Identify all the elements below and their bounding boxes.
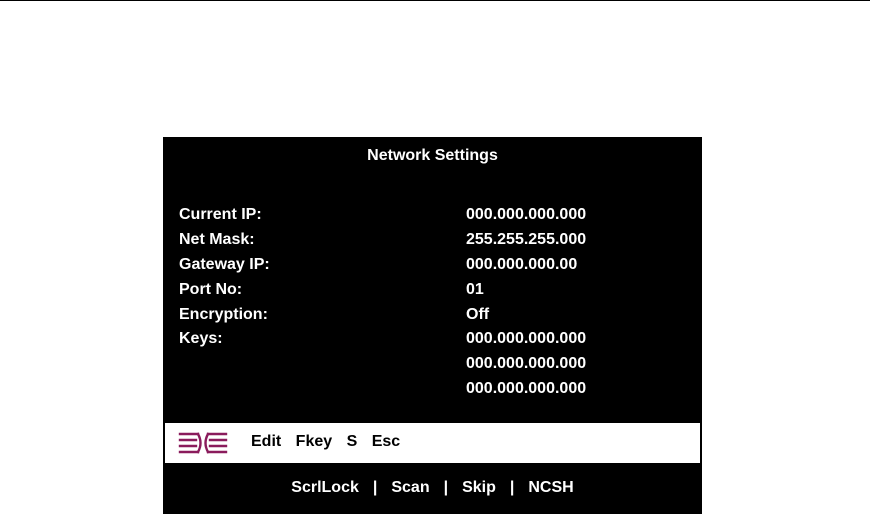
fkey-menu-item[interactable]: Fkey xyxy=(296,433,332,451)
scrllock-key[interactable]: ScrlLock xyxy=(291,479,359,496)
port-no-label: Port No: xyxy=(179,281,243,298)
command-menu-bar: Edit Fkey S Esc xyxy=(165,423,700,463)
footer-separator: | xyxy=(509,479,515,496)
screen-title: Network Settings xyxy=(367,147,498,164)
menu-items: Edit Fkey S Esc xyxy=(251,433,410,451)
ncsh-key[interactable]: NCSH xyxy=(528,479,573,496)
esc-menu-item[interactable]: Esc xyxy=(372,433,400,451)
footer-separator: | xyxy=(443,479,449,496)
skip-key[interactable]: Skip xyxy=(462,479,496,496)
net-mask-value[interactable]: 255.255.255.000 xyxy=(466,231,586,249)
scan-key[interactable]: Scan xyxy=(391,479,429,496)
port-no-value[interactable]: 01 xyxy=(466,281,484,299)
s-menu-item[interactable]: S xyxy=(347,433,358,451)
edit-menu-item[interactable]: Edit xyxy=(251,433,281,451)
current-ip-label: Current IP: xyxy=(179,206,262,223)
key-2-value[interactable]: 000.000.000.000 xyxy=(466,355,586,373)
encryption-value[interactable]: Off xyxy=(466,306,489,324)
net-mask-label: Net Mask: xyxy=(179,231,255,248)
current-ip-value[interactable]: 000.000.000.000 xyxy=(466,206,586,224)
key-1-value[interactable]: 000.000.000.000 xyxy=(466,330,586,348)
avocent-logo-icon xyxy=(178,432,228,454)
key-3-value[interactable]: 000.000.000.000 xyxy=(466,380,586,398)
network-settings-screen: Network Settings Current IP: 000.000.000… xyxy=(163,137,702,514)
function-key-footer: ScrlLock | Scan | Skip | NCSH xyxy=(163,479,702,497)
gateway-ip-value[interactable]: 000.000.000.00 xyxy=(466,256,577,274)
gateway-ip-label: Gateway IP: xyxy=(179,256,270,273)
keys-label: Keys: xyxy=(179,330,223,347)
top-divider xyxy=(0,0,870,1)
encryption-label: Encryption: xyxy=(179,306,268,323)
footer-separator: | xyxy=(372,479,378,496)
